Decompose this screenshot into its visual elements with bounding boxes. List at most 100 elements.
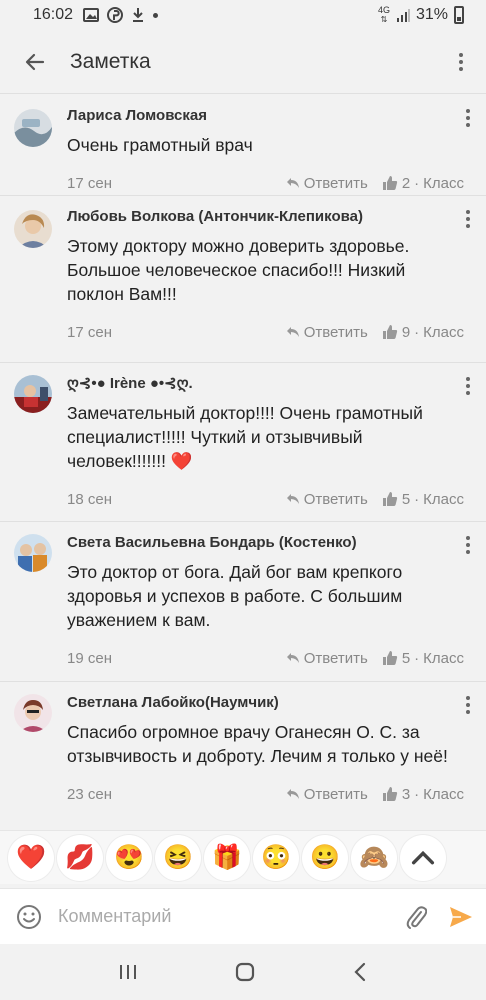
gift-icon: 🎁 bbox=[212, 844, 242, 871]
avatar[interactable] bbox=[14, 375, 52, 413]
like-button[interactable]: 5 · Класс bbox=[382, 650, 464, 667]
reply-icon bbox=[286, 327, 299, 337]
reaction-heart[interactable]: ❤️ bbox=[8, 834, 54, 881]
reaction-shocked[interactable]: 😳 bbox=[253, 834, 299, 881]
reply-icon bbox=[286, 178, 299, 188]
status-bar: 16:02 4G ⇅ 31% bbox=[0, 0, 486, 30]
status-notification-icons bbox=[83, 7, 159, 23]
comment-menu-button[interactable] bbox=[466, 536, 470, 554]
comment-text: Этому доктору можно доверить здоровье. Б… bbox=[67, 236, 410, 304]
comment-author[interactable]: ღ⊰•● Irène ●•⊰ღ. bbox=[67, 375, 464, 393]
reply-icon bbox=[286, 789, 299, 799]
pinterest-icon bbox=[107, 7, 124, 23]
more-vert-icon bbox=[466, 377, 470, 395]
like-label: Класс bbox=[423, 323, 464, 341]
image-icon bbox=[83, 8, 100, 22]
signal-icon bbox=[396, 9, 410, 22]
heart-emoji-icon: ❤️ bbox=[170, 451, 193, 471]
reply-button[interactable]: Ответить bbox=[286, 786, 368, 803]
grinning-icon: 😀 bbox=[310, 844, 340, 871]
send-button[interactable] bbox=[436, 906, 486, 928]
reply-button[interactable]: Ответить bbox=[286, 324, 368, 341]
more-vert-icon bbox=[466, 109, 470, 127]
thumbs-up-icon bbox=[382, 651, 397, 665]
thumbs-up-icon bbox=[382, 492, 397, 506]
thumbs-up-icon bbox=[382, 176, 397, 190]
battery-icon bbox=[454, 6, 464, 24]
system-nav-bar bbox=[0, 944, 486, 1000]
expand-reactions-button[interactable] bbox=[400, 834, 446, 881]
paperclip-icon bbox=[406, 905, 427, 929]
reaction-bar: ❤️ 💋 😍 😆 🎁 😳 😀 🙈 bbox=[0, 830, 486, 884]
reply-icon bbox=[286, 494, 299, 504]
avatar[interactable] bbox=[14, 109, 52, 147]
reaction-laughing[interactable]: 😆 bbox=[155, 834, 201, 881]
avatar[interactable] bbox=[14, 210, 52, 248]
comment-input[interactable] bbox=[58, 906, 396, 927]
laughing-icon: 😆 bbox=[163, 844, 193, 871]
comment-meta: 17 сен Ответить 9 · Класс bbox=[67, 312, 464, 352]
like-button[interactable]: 3 · Класс bbox=[382, 786, 464, 803]
back-button[interactable] bbox=[0, 30, 70, 94]
comment-item: Лариса Ломовская Очень грамотный врач 17… bbox=[0, 95, 486, 196]
comment-date: 18 сен bbox=[67, 490, 112, 508]
reaction-monkey[interactable]: 🙈 bbox=[351, 834, 397, 881]
download-icon bbox=[133, 8, 144, 22]
avatar[interactable] bbox=[14, 694, 52, 732]
home-icon[interactable] bbox=[234, 961, 256, 983]
comment-composer bbox=[0, 888, 486, 944]
smiley-icon bbox=[17, 904, 41, 929]
comment-text: Это доктор от бога. Дай бог вам крепкого… bbox=[67, 562, 403, 630]
arrow-left-icon bbox=[25, 53, 45, 70]
more-vert-icon bbox=[459, 52, 463, 71]
thumbs-up-icon bbox=[382, 325, 397, 339]
like-count: 2 bbox=[401, 174, 411, 192]
recent-apps-icon[interactable] bbox=[118, 963, 138, 981]
reaction-kiss[interactable]: 💋 bbox=[57, 834, 103, 881]
reply-button[interactable]: Ответить bbox=[286, 175, 368, 192]
chevron-up-icon bbox=[411, 850, 435, 864]
more-vert-icon bbox=[466, 210, 470, 228]
reply-button[interactable]: Ответить bbox=[286, 650, 368, 667]
comment-author[interactable]: Светлана Лабойко(Наумчик) bbox=[67, 694, 464, 712]
comment-date: 19 сен bbox=[67, 649, 112, 667]
like-label: Класс bbox=[423, 649, 464, 667]
reaction-gift[interactable]: 🎁 bbox=[204, 834, 250, 881]
like-label: Класс bbox=[423, 490, 464, 508]
attach-button[interactable] bbox=[396, 904, 436, 930]
like-button[interactable]: 2 · Класс bbox=[382, 175, 464, 192]
see-no-evil-monkey-icon: 🙈 bbox=[359, 844, 389, 871]
reaction-heart-eyes[interactable]: 😍 bbox=[106, 834, 152, 881]
thumbs-up-icon bbox=[382, 787, 397, 801]
avatar[interactable] bbox=[14, 534, 52, 572]
comment-author[interactable]: Любовь Волкова (Антончик-Клепикова) bbox=[67, 208, 464, 226]
comment-text: Очень грамотный врач bbox=[67, 135, 253, 155]
overflow-menu-button[interactable] bbox=[436, 30, 486, 94]
comment-menu-button[interactable] bbox=[466, 210, 470, 228]
reaction-grinning[interactable]: 😀 bbox=[302, 834, 348, 881]
comment-meta: 18 сен Ответить 5 · Класс bbox=[67, 479, 464, 519]
back-nav-icon[interactable] bbox=[352, 962, 368, 982]
comment-date: 17 сен bbox=[67, 323, 112, 341]
send-icon bbox=[450, 906, 472, 927]
comment-author[interactable]: Света Васильевна Бондарь (Костенко) bbox=[67, 534, 464, 552]
page-title: Заметка bbox=[70, 49, 151, 73]
emoji-button[interactable] bbox=[0, 904, 58, 930]
comment-menu-button[interactable] bbox=[466, 109, 470, 127]
heart-icon: ❤️ bbox=[16, 844, 46, 871]
shocked-icon: 😳 bbox=[261, 844, 291, 871]
comment-item: Светлана Лабойко(Наумчик) Спасибо огромн… bbox=[0, 682, 486, 823]
like-button[interactable]: 5 · Класс bbox=[382, 491, 464, 508]
comment-menu-button[interactable] bbox=[466, 377, 470, 395]
status-time: 16:02 bbox=[33, 6, 74, 23]
comment-menu-button[interactable] bbox=[466, 696, 470, 714]
like-label: Класс bbox=[423, 174, 464, 192]
comment-text: Замечательный доктор!!!! Очень грамотный… bbox=[67, 403, 423, 471]
network-indicator: 4G ⇅ bbox=[377, 5, 390, 25]
comment-item: ღ⊰•● Irène ●•⊰ღ. Замечательный доктор!!!… bbox=[0, 363, 486, 522]
like-count: 3 bbox=[401, 785, 411, 803]
comment-author[interactable]: Лариса Ломовская bbox=[67, 107, 464, 125]
reply-button[interactable]: Ответить bbox=[286, 491, 368, 508]
like-button[interactable]: 9 · Класс bbox=[382, 324, 464, 341]
reply-icon bbox=[286, 653, 299, 663]
